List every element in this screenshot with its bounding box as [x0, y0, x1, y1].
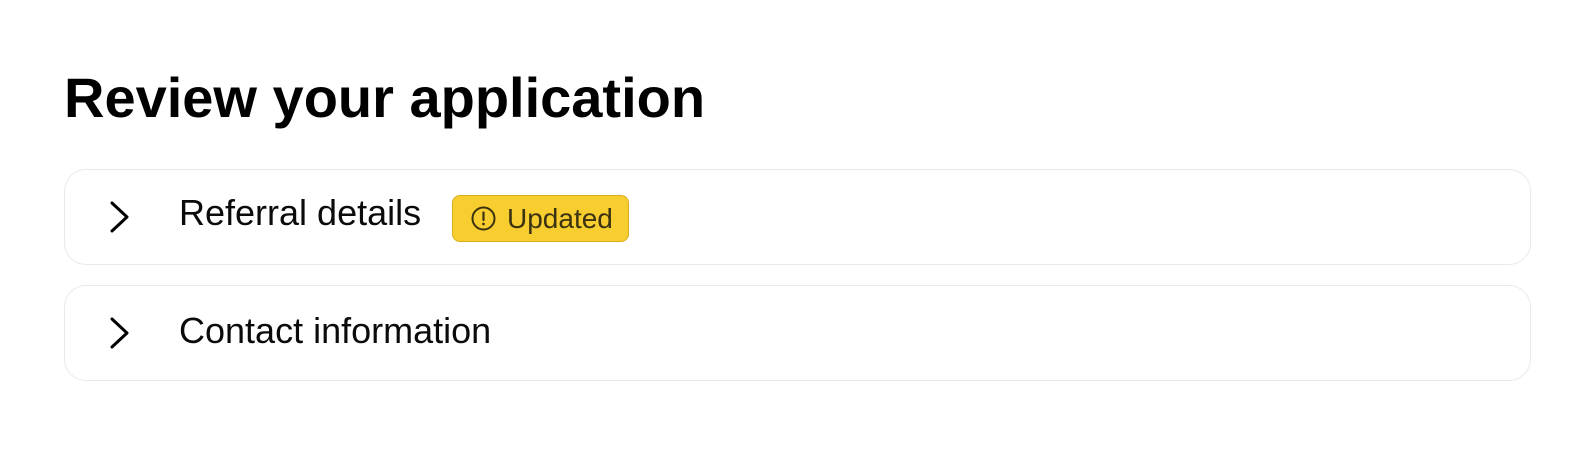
badge-label: Updated — [507, 202, 613, 234]
accordion-contact-information[interactable]: Contact information — [64, 285, 1531, 381]
page-title: Review your application — [64, 66, 706, 129]
accordion-label: Contact information — [179, 310, 492, 351]
accordion-referral-details[interactable]: Referral details Updated — [64, 169, 1531, 265]
accordion-label: Referral details — [179, 192, 422, 233]
review-page: Review your application Referral details… — [0, 0, 1596, 464]
alert-circle-icon — [471, 206, 496, 231]
chevron-right-icon — [110, 317, 129, 349]
updated-badge: Updated — [452, 195, 629, 242]
chevron-right-icon — [110, 201, 129, 233]
